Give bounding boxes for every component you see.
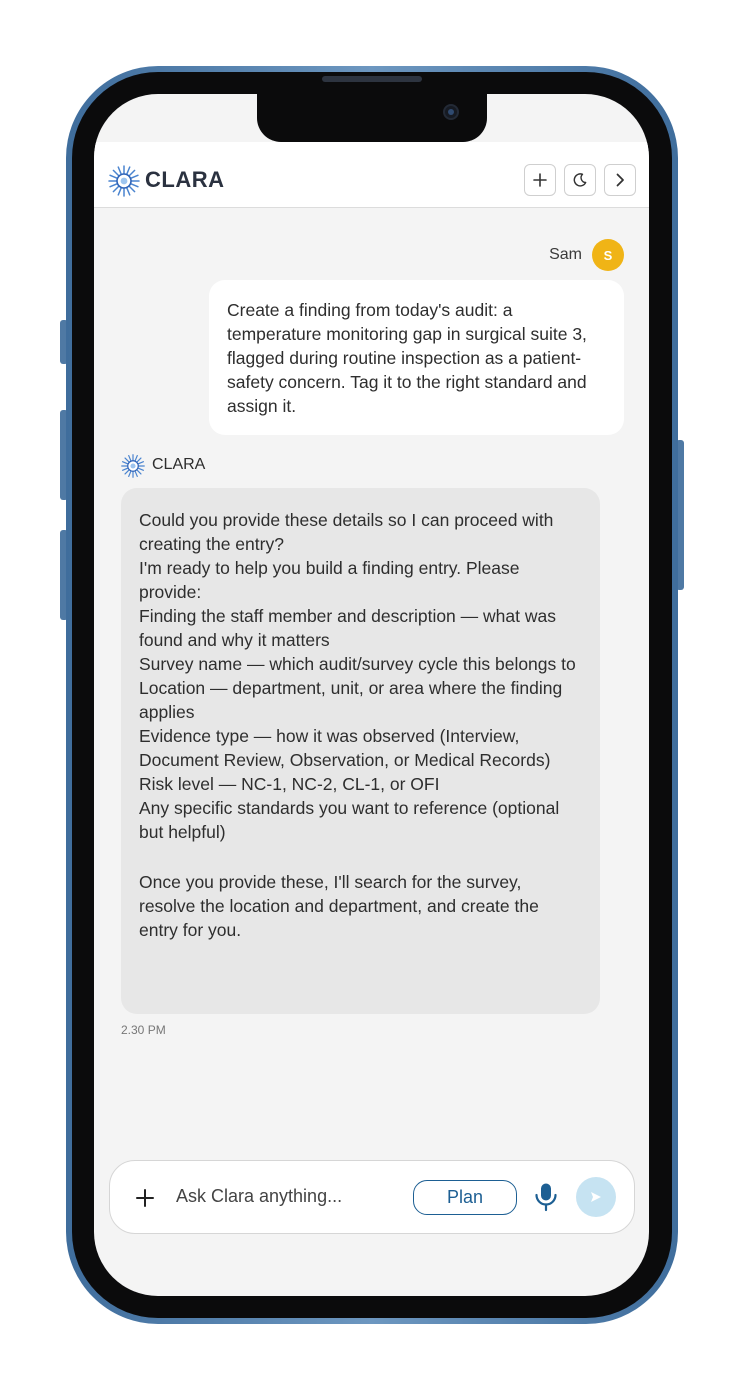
brand-name: CLARA [145, 167, 225, 192]
chat-input[interactable]: Ask Clara anything... [176, 1186, 342, 1207]
front-camera [443, 104, 459, 120]
phone-screen: CLARA Sam S Create a finding from today'… [94, 94, 649, 1296]
message-line: I'm ready to help you build a finding en… [139, 558, 520, 602]
microphone-icon[interactable] [533, 1182, 559, 1212]
user-name: Sam [549, 246, 582, 263]
message-line: Survey name — which audit/survey cycle t… [139, 654, 576, 674]
message-line: Risk level — NC-1, NC-2, CL-1, or OFI [139, 774, 440, 794]
avatar: S [592, 239, 624, 271]
message-line: Evidence type — how it was observed (Int… [139, 726, 551, 770]
speaker-slot [322, 76, 422, 82]
theme-toggle-button[interactable] [564, 164, 596, 196]
send-button[interactable] [576, 1177, 616, 1217]
chat-composer: Ask Clara anything... Plan [109, 1160, 635, 1234]
message-closing: Once you provide these, I'll search for … [139, 872, 539, 940]
attach-plus-icon[interactable] [134, 1187, 156, 1209]
clara-logo-icon [108, 165, 140, 197]
message-timestamp: 2.30 PM [121, 1023, 166, 1037]
chevron-right-icon [616, 173, 624, 187]
send-icon [591, 1192, 601, 1202]
clara-logo-icon [121, 454, 145, 478]
next-button[interactable] [604, 164, 636, 196]
assistant-message-bubble: Could you provide these details so I can… [121, 488, 600, 1014]
moon-icon [573, 173, 587, 187]
user-message-bubble: Create a finding from today's audit: a t… [209, 280, 624, 435]
message-line: Any specific standards you want to refer… [139, 798, 560, 842]
assistant-name: CLARA [152, 456, 206, 473]
message-line: Could you provide these details so I can… [139, 510, 554, 554]
plus-icon [533, 173, 547, 187]
message-line: Location — department, unit, or area whe… [139, 678, 563, 722]
message-line: Finding the staff member and description… [139, 606, 556, 650]
app-header: CLARA [94, 142, 649, 208]
notch [257, 94, 487, 142]
plan-button[interactable]: Plan [413, 1180, 517, 1215]
new-chat-button[interactable] [524, 164, 556, 196]
